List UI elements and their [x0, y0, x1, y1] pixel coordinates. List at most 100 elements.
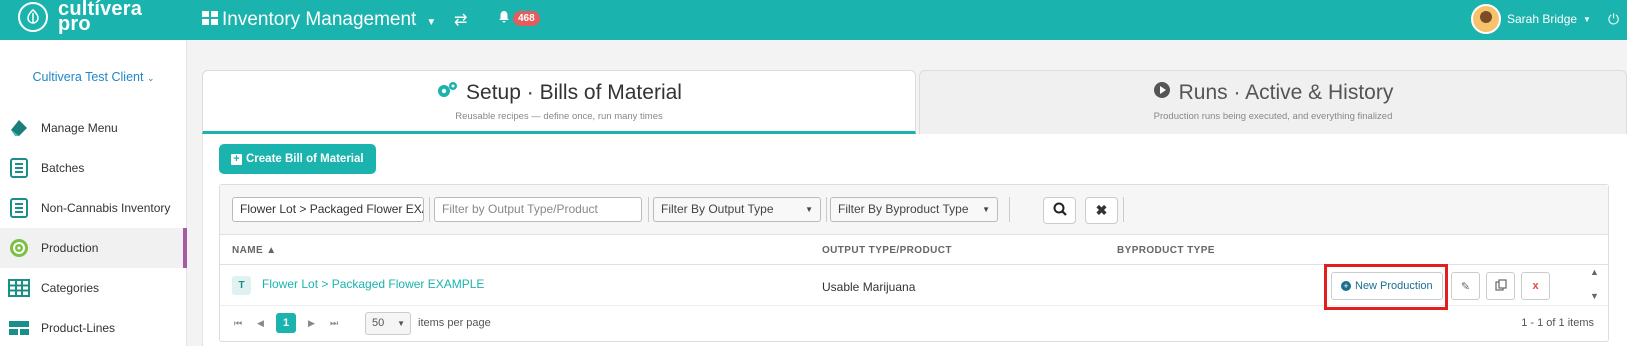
leaf-logo-icon [18, 2, 48, 32]
sidebar: Cultivera Test Client ⌄ Manage Menu Batc… [0, 40, 187, 346]
sidebar-item-product-lines[interactable]: Product-Lines [0, 308, 187, 346]
byproduct-type-select-value: Filter By Byproduct Type [838, 202, 969, 216]
chevron-down-icon: ⌄ [146, 73, 155, 83]
sidebar-item-label: Product-Lines [41, 321, 116, 335]
table-row: T Flower Lot > Packaged Flower EXAMPLE U… [220, 264, 1608, 310]
name-filter-input[interactable]: Flower Lot > Packaged Flower EXAI [232, 197, 424, 222]
create-button-label: Create Bill of Material [246, 153, 364, 165]
bom-grid: Flower Lot > Packaged Flower EXAI Filter… [219, 184, 1609, 342]
user-menu[interactable]: Sarah Bridge ▼ [1471, 4, 1591, 34]
divider [826, 197, 827, 222]
gears-icon [436, 81, 458, 105]
tab-title: Setup · Bills of Material [466, 81, 682, 104]
bom-tabs: Setup · Bills of Material Reusable recip… [202, 70, 1627, 134]
column-header-name[interactable]: NAME ▲ [232, 245, 277, 256]
sidebar-item-categories[interactable]: Categories [0, 268, 187, 308]
bom-name-link[interactable]: Flower Lot > Packaged Flower EXAMPLE [262, 277, 484, 291]
column-header-byproduct-type[interactable]: BYPRODUCT TYPE [1117, 245, 1215, 256]
items-count: 1 - 1 of 1 items [1521, 317, 1594, 329]
tab-runs-active-history[interactable]: Runs · Active & History Production runs … [919, 70, 1627, 134]
sidebar-item-manage-menu[interactable]: Manage Menu [0, 108, 187, 148]
search-icon [1053, 202, 1067, 219]
bell-icon [498, 10, 510, 26]
create-bill-of-material-button[interactable]: + Create Bill of Material [219, 144, 376, 174]
highlight-box [1324, 264, 1448, 310]
sidebar-item-non-cannabis-inventory[interactable]: Non-Cannabis Inventory [0, 188, 187, 228]
filter-toolbar: Flower Lot > Packaged Flower EXAI Filter… [220, 185, 1608, 235]
search-button[interactable] [1043, 197, 1076, 224]
delete-label: x [1532, 280, 1539, 292]
sidebar-item-label: Non-Cannabis Inventory [41, 201, 171, 215]
page-size-select[interactable]: 50 ▼ [365, 312, 411, 335]
pagination: ⏮ ◀ 1 ▶ ⏭ 50 ▼ items per page 1 - 1 of 1… [220, 307, 1608, 341]
type-badge: T [232, 276, 251, 295]
document-icon [8, 198, 30, 218]
copy-icon [1494, 278, 1507, 294]
clear-filters-button[interactable]: ✖ [1085, 197, 1118, 224]
notification-count-badge: 468 [513, 10, 540, 26]
apps-grid-icon [202, 9, 218, 31]
client-name: Cultivera Test Client [32, 70, 144, 84]
page-size-value: 50 [372, 317, 385, 329]
bom-content: + Create Bill of Material Flower Lot > P… [202, 134, 1627, 346]
scroll-down-arrow-icon[interactable]: ▼ [1590, 291, 1599, 301]
output-type-cell: Usable Marijuana [822, 280, 916, 294]
logo-text: cultívera pro [58, 0, 142, 34]
last-page-icon[interactable]: ⏭ [330, 318, 338, 329]
copy-button[interactable] [1486, 272, 1515, 300]
cultivera-logo[interactable]: cultívera pro [18, 0, 142, 34]
edit-button[interactable]: ✎ [1451, 272, 1480, 300]
sidebar-item-label: Production [41, 241, 99, 255]
scroll-up-arrow-icon[interactable]: ▲ [1590, 267, 1599, 277]
sidebar-item-label: Batches [41, 161, 85, 175]
tab-subtitle: Reusable recipes — define once, run many… [455, 111, 663, 122]
tab-subtitle: Production runs being executed, and ever… [1153, 111, 1393, 122]
column-header-output-type-product[interactable]: OUTPUT TYPE/PRODUCT [822, 245, 952, 256]
notifications-button[interactable]: 468 [498, 10, 540, 26]
close-icon: ✖ [1095, 202, 1108, 218]
document-icon [8, 158, 30, 178]
first-page-icon[interactable]: ⏮ [234, 318, 242, 329]
product-lines-icon [8, 318, 30, 338]
sidebar-item-label: Categories [41, 281, 100, 295]
chevron-down-icon: ▼ [426, 16, 437, 28]
sidebar-nav: Manage Menu Batches Non-Cannabis Invento… [0, 108, 187, 346]
top-navigation-bar: cultívera pro Inventory Management ▼ ⇄ 4… [0, 0, 1627, 40]
production-icon [8, 238, 30, 258]
items-per-page-label: items per page [418, 317, 491, 329]
app-switcher-dropdown[interactable]: Inventory Management ▼ [202, 9, 436, 31]
avatar [1471, 4, 1501, 34]
caret-down-icon: ▼ [982, 205, 990, 214]
tag-icon [8, 118, 30, 138]
grid-icon [8, 278, 30, 298]
output-type-select[interactable]: Filter By Output Type ▼ [653, 197, 821, 222]
sidebar-item-label: Manage Menu [41, 121, 118, 135]
swap-arrows-icon[interactable]: ⇄ [454, 10, 467, 30]
output-type-select-value: Filter By Output Type [661, 202, 774, 216]
current-page-button[interactable]: 1 [276, 313, 296, 333]
sidebar-item-production[interactable]: Production [0, 228, 187, 268]
sidebar-item-batches[interactable]: Batches [0, 148, 187, 188]
play-circle-icon [1153, 81, 1171, 105]
tab-title: Runs · Active & History [1178, 81, 1394, 104]
table-header: NAME ▲ OUTPUT TYPE/PRODUCT BYPRODUCT TYP… [220, 235, 1608, 265]
divider [1009, 197, 1010, 222]
tab-setup-bills-of-material[interactable]: Setup · Bills of Material Reusable recip… [202, 70, 916, 134]
divider [429, 197, 430, 222]
user-name: Sarah Bridge [1507, 12, 1578, 26]
edit-icon: ✎ [1460, 280, 1471, 293]
client-selector[interactable]: Cultivera Test Client ⌄ [0, 70, 187, 84]
plus-icon: + [231, 153, 242, 165]
chevron-down-icon: ▼ [1583, 14, 1591, 24]
app-name: Inventory Management [222, 9, 417, 30]
power-icon[interactable]: ⏻ [1608, 11, 1619, 28]
caret-down-icon: ▼ [805, 205, 813, 214]
divider [1123, 197, 1124, 222]
next-page-icon[interactable]: ▶ [308, 318, 315, 329]
output-type-product-filter-input[interactable]: Filter by Output Type/Product [434, 197, 642, 222]
previous-page-icon[interactable]: ◀ [257, 318, 264, 329]
byproduct-type-select[interactable]: Filter By Byproduct Type ▼ [830, 197, 998, 222]
delete-button[interactable]: x [1521, 272, 1550, 300]
caret-down-icon: ▼ [397, 319, 405, 328]
divider [648, 197, 649, 222]
